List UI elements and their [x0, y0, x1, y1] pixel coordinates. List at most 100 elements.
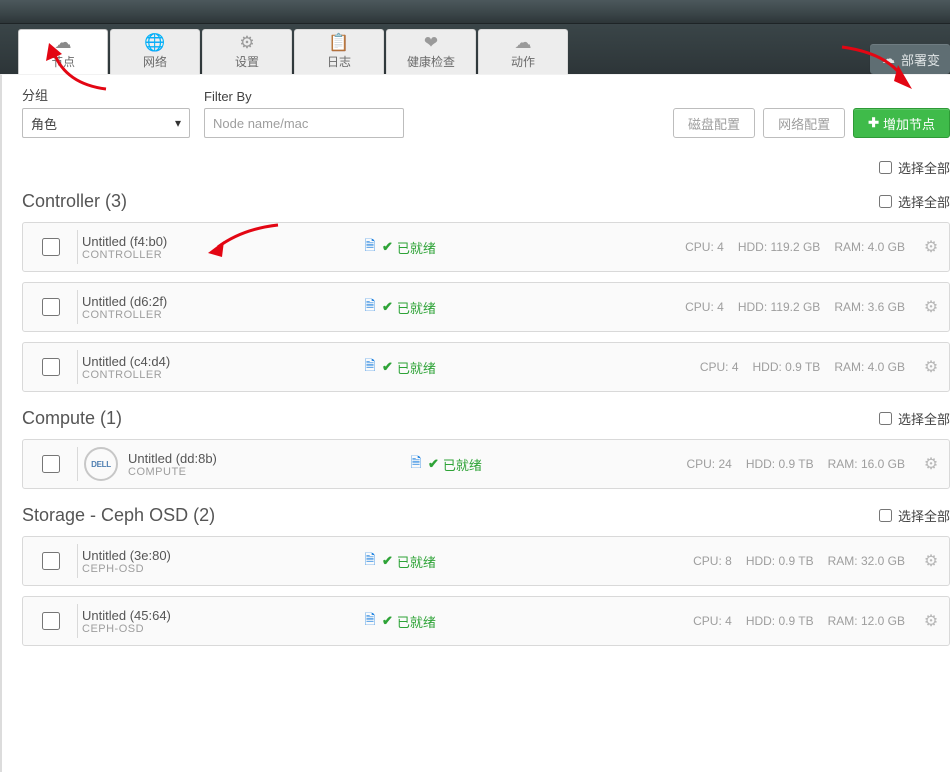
group-label: 分组 [22, 85, 190, 104]
document-icon[interactable]: 🗎 [358, 355, 382, 379]
node-checkbox[interactable] [42, 612, 60, 630]
tab-label: 网络 [143, 53, 167, 70]
chevron-down-icon: ▾ [175, 116, 181, 130]
disk-config-button[interactable]: 磁盘配置 [673, 108, 755, 138]
node-role: CONTROLLER [82, 369, 358, 381]
group-title: Controller (3) [22, 191, 127, 212]
node-status: ✔ 已就绪 [382, 358, 502, 377]
node-role: CONTROLLER [82, 309, 358, 321]
tab-label: 动作 [511, 53, 535, 70]
group-title: Compute (1) [22, 408, 122, 429]
tab-5[interactable]: ☁ 动作 [478, 29, 568, 74]
check-icon: ✔ [428, 456, 439, 472]
tab-4[interactable]: ❤ 健康检查 [386, 29, 476, 74]
group-title: Storage - Ceph OSD (2) [22, 505, 215, 526]
tab-label: 健康检查 [407, 53, 455, 70]
select-all-top: 选择全部 [22, 158, 950, 177]
gear-icon[interactable]: ⚙ [913, 297, 949, 317]
gear-icon[interactable]: ⚙ [913, 611, 949, 631]
node-status: ✔ 已就绪 [382, 298, 502, 317]
node-checkbox[interactable] [42, 358, 60, 376]
gear-icon[interactable]: ⚙ [913, 237, 949, 257]
group-select-all: 选择全部 [875, 192, 950, 211]
node-name[interactable]: Untitled (3e:80) [82, 548, 358, 563]
group-select-all-label: 选择全部 [898, 192, 950, 211]
node-row: Untitled (f4:b0) CONTROLLER 🗎 ✔ 已就绪 CPU:… [22, 222, 950, 272]
gear-icon[interactable]: ⚙ [913, 551, 949, 571]
document-icon[interactable]: 🗎 [358, 609, 382, 633]
gear-icon[interactable]: ⚙ [913, 454, 949, 474]
tab-1[interactable]: 🌐 网络 [110, 29, 200, 74]
cloud-upload-icon: ☁ [882, 51, 895, 67]
node-name[interactable]: Untitled (f4:b0) [82, 234, 358, 249]
node-hardware: CPU: 8HDD: 0.9 TBRAM: 32.0 GB [502, 554, 913, 568]
tab-0[interactable]: ☁ 节点 [18, 29, 108, 74]
node-status: ✔ 已就绪 [382, 612, 502, 631]
tab-2[interactable]: ⚙ 设置 [202, 29, 292, 74]
node-name[interactable]: Untitled (c4:d4) [82, 354, 358, 369]
add-node-button[interactable]: ✚ 增加节点 [853, 108, 950, 138]
group-select-all-checkbox[interactable] [879, 412, 892, 425]
tab-icon: 📋 [328, 34, 349, 51]
gear-icon[interactable]: ⚙ [913, 357, 949, 377]
node-row: Untitled (c4:d4) CONTROLLER 🗎 ✔ 已就绪 CPU:… [22, 342, 950, 392]
check-icon: ✔ [382, 553, 393, 569]
node-role: CEPH-OSD [82, 623, 358, 635]
tab-icon: ☁ [515, 34, 532, 51]
node-name[interactable]: Untitled (d6:2f) [82, 294, 358, 309]
group-select-all: 选择全部 [875, 506, 950, 525]
node-status: ✔ 已就绪 [428, 455, 548, 474]
tab-icon: ⚙ [239, 34, 254, 51]
tab-label: 日志 [327, 53, 351, 70]
filter-input[interactable] [204, 108, 404, 138]
node-hardware: CPU: 24HDD: 0.9 TBRAM: 16.0 GB [548, 457, 913, 471]
document-icon[interactable]: 🗎 [404, 452, 428, 476]
select-all-top-checkbox[interactable] [879, 161, 892, 174]
document-icon[interactable]: 🗎 [358, 549, 382, 573]
network-config-button[interactable]: 网络配置 [763, 108, 845, 138]
node-row: Untitled (45:64) CEPH-OSD 🗎 ✔ 已就绪 CPU: 4… [22, 596, 950, 646]
node-checkbox[interactable] [42, 552, 60, 570]
check-icon: ✔ [382, 359, 393, 375]
node-checkbox[interactable] [42, 238, 60, 256]
tab-3[interactable]: 📋 日志 [294, 29, 384, 74]
check-icon: ✔ [382, 613, 393, 629]
page-body: 分组 角色 ▾ Filter By 磁盘配置 网络配置 ✚ 增加节点 选择全部 … [0, 74, 950, 772]
node-role: CONTROLLER [82, 249, 358, 261]
node-checkbox[interactable] [42, 298, 60, 316]
node-role: COMPUTE [128, 466, 404, 478]
node-group: Storage - Ceph OSD (2) 选择全部 Untitled (3e… [22, 499, 950, 646]
node-group: Compute (1) 选择全部 DELL Untitled (dd:8b) C… [22, 402, 950, 489]
node-hardware: CPU: 4HDD: 0.9 TBRAM: 4.0 GB [502, 360, 913, 374]
document-icon[interactable]: 🗎 [358, 295, 382, 319]
node-name[interactable]: Untitled (dd:8b) [128, 451, 404, 466]
document-icon[interactable]: 🗎 [358, 235, 382, 259]
tab-label: 设置 [235, 53, 259, 70]
group-select-all-label: 选择全部 [898, 409, 950, 428]
group-select-all-checkbox[interactable] [879, 509, 892, 522]
node-group: Controller (3) 选择全部 Untitled (f4:b0) CON… [22, 185, 950, 392]
plus-icon: ✚ [868, 115, 879, 131]
group-select-all-label: 选择全部 [898, 506, 950, 525]
group-select[interactable]: 角色 ▾ [22, 108, 190, 138]
filterby-label: Filter By [204, 89, 404, 104]
select-all-top-label: 选择全部 [898, 158, 950, 177]
node-name[interactable]: Untitled (45:64) [82, 608, 358, 623]
node-status: ✔ 已就绪 [382, 238, 502, 257]
network-config-label: 网络配置 [778, 114, 830, 133]
group-select-all-checkbox[interactable] [879, 195, 892, 208]
tabbar: ☁ 节点 🌐 网络 ⚙ 设置 📋 日志 ❤ 健康检查 ☁ 动作 ☁ 部署变 [0, 24, 950, 74]
node-role: CEPH-OSD [82, 563, 358, 575]
node-row: Untitled (3e:80) CEPH-OSD 🗎 ✔ 已就绪 CPU: 8… [22, 536, 950, 586]
deploy-button[interactable]: ☁ 部署变 [870, 44, 950, 74]
node-hardware: CPU: 4HDD: 119.2 GBRAM: 3.6 GB [502, 300, 913, 314]
tab-label: 节点 [51, 53, 75, 70]
window-header-bar [0, 0, 950, 24]
disk-config-label: 磁盘配置 [688, 114, 740, 133]
node-status: ✔ 已就绪 [382, 552, 502, 571]
node-checkbox[interactable] [42, 455, 60, 473]
check-icon: ✔ [382, 299, 393, 315]
tab-icon: 🌐 [144, 34, 165, 51]
node-hardware: CPU: 4HDD: 0.9 TBRAM: 12.0 GB [502, 614, 913, 628]
node-hardware: CPU: 4HDD: 119.2 GBRAM: 4.0 GB [502, 240, 913, 254]
